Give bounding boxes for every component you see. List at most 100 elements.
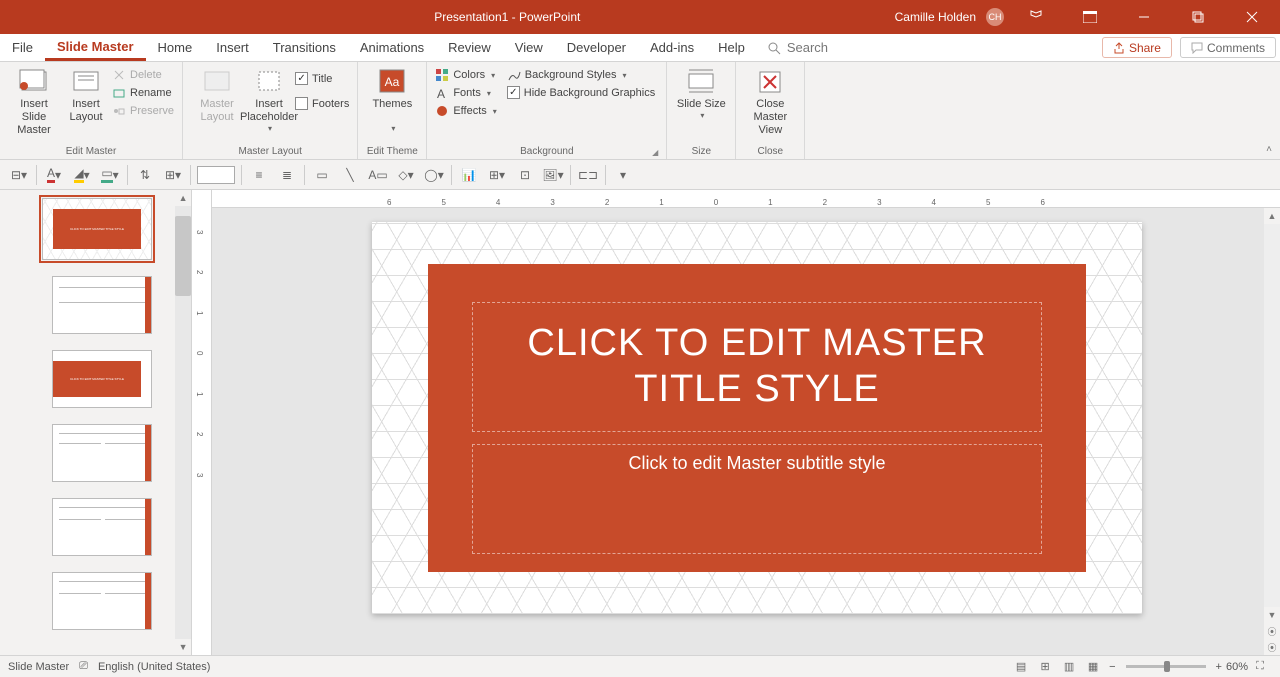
chevron-down-icon: ▾ [391, 124, 395, 134]
background-styles-button[interactable]: Background Styles▾ [507, 68, 655, 82]
ribbon-display-icon[interactable] [1068, 0, 1112, 34]
slide-canvas[interactable]: Click to edit Master title style Click t… [372, 222, 1142, 614]
prev-slide-icon[interactable]: ⦿ [1264, 623, 1280, 639]
minimize-button[interactable] [1122, 0, 1166, 34]
chevron-down-icon: ▾ [623, 71, 627, 80]
table-tool[interactable]: ⊞▾ [486, 164, 508, 186]
colors-button[interactable]: Colors▾ [435, 68, 496, 82]
touch-mode-icon[interactable] [1014, 0, 1058, 34]
maximize-button[interactable] [1176, 0, 1220, 34]
master-title-placeholder[interactable]: Click to edit Master title style [472, 302, 1042, 432]
slide-sorter-button[interactable]: ⊞ [1034, 658, 1056, 676]
status-language[interactable]: English (United States) [98, 661, 211, 673]
scroll-up-icon[interactable]: ▲ [175, 190, 191, 206]
normal-view-button[interactable]: ▤ [1010, 658, 1032, 676]
tab-addins[interactable]: Add-ins [638, 34, 706, 61]
selection-pane-button[interactable]: ⊏⊐ [577, 164, 599, 186]
tab-developer[interactable]: Developer [555, 34, 638, 61]
fit-to-window-button[interactable]: ⛶ [1249, 658, 1271, 676]
master-layout-icon [201, 68, 233, 96]
master-layout-button: Master Layout [191, 66, 243, 124]
scroll-down-icon[interactable]: ▼ [175, 639, 191, 655]
next-slide-icon[interactable]: ⦿ [1264, 639, 1280, 655]
accessibility-icon[interactable]: ⎚ [79, 660, 88, 673]
thumbnail-layout-1[interactable] [52, 276, 152, 334]
group-label-close: Close [744, 146, 796, 159]
tab-file[interactable]: File [0, 34, 45, 61]
footers-checkbox[interactable]: Footers [295, 97, 349, 110]
collapse-ribbon-icon[interactable]: ˄ [1266, 144, 1272, 155]
arrange-button[interactable]: ⊞▾ [162, 164, 184, 186]
group-edit-master: Insert Slide Master Insert Layout Delete… [0, 62, 183, 159]
close-button[interactable] [1230, 0, 1274, 34]
tab-home[interactable]: Home [146, 34, 205, 61]
avatar[interactable]: CH [986, 8, 1004, 26]
search-placeholder: Search [787, 40, 828, 55]
textbox-tool[interactable]: A▭ [367, 164, 389, 186]
insert-layout-button[interactable]: Insert Layout [60, 66, 112, 124]
chevron-down-icon: ▾ [268, 124, 272, 134]
fonts-button[interactable]: AFonts▾ [435, 86, 496, 100]
picture-tool[interactable]: 🖼▾ [542, 164, 564, 186]
preserve-button[interactable]: Preserve [112, 104, 174, 118]
chevron-down-icon: ▾ [487, 89, 491, 98]
slide-size-icon [685, 68, 717, 96]
thumbnail-layout-2[interactable]: CLICK TO EDIT MASTER TITLE STYLE [52, 350, 152, 408]
group-label-background: Background◢ [435, 146, 658, 159]
tab-animations[interactable]: Animations [348, 34, 436, 61]
title-checkbox[interactable]: Title [295, 72, 349, 85]
highlight-button[interactable]: ◢▾ [71, 164, 93, 186]
sort-button[interactable]: ⇅ [134, 164, 156, 186]
line-tool[interactable]: ╲ [339, 164, 361, 186]
font-color-button[interactable]: A▾ [43, 164, 65, 186]
close-master-view-button[interactable]: Close Master View [744, 66, 796, 138]
checkbox-icon [507, 86, 520, 99]
thumbnail-layout-3[interactable] [52, 424, 152, 482]
tab-transitions[interactable]: Transitions [261, 34, 348, 61]
themes-button[interactable]: Aa Themes▾ [366, 66, 418, 134]
tab-review[interactable]: Review [436, 34, 503, 61]
comments-button[interactable]: Comments [1180, 37, 1276, 58]
group-master-layout: Master Layout Insert Placeholder▾ Title … [183, 62, 358, 159]
effects-button[interactable]: Effects▾ [435, 104, 496, 118]
hide-bg-checkbox[interactable]: Hide Background Graphics [507, 86, 655, 99]
more-button[interactable]: ▾ [612, 164, 634, 186]
delete-button[interactable]: Delete [112, 68, 174, 82]
share-button[interactable]: Share [1102, 37, 1172, 58]
align-left-button[interactable]: ≡ [248, 164, 270, 186]
slideshow-button[interactable]: ▦ [1082, 658, 1104, 676]
tell-me-search[interactable]: Search [767, 34, 828, 61]
align-center-button[interactable]: ≣ [276, 164, 298, 186]
thumbnail-master[interactable]: CLICK TO EDIT MASTER TITLE STYLE [42, 198, 152, 260]
tab-view[interactable]: View [503, 34, 555, 61]
slide-size-button[interactable]: Slide Size▾ [675, 66, 727, 121]
insert-placeholder-button[interactable]: Insert Placeholder▾ [243, 66, 295, 134]
insert-slide-master-button[interactable]: Insert Slide Master [8, 66, 60, 138]
chart-tool[interactable]: 📊 [458, 164, 480, 186]
thumbnail-panel: CLICK TO EDIT MASTER TITLE STYLE CLICK T… [0, 190, 175, 655]
master-subtitle-placeholder[interactable]: Click to edit Master subtitle style [472, 444, 1042, 554]
chevron-down-icon: ▾ [491, 71, 495, 80]
group-label-size: Size [675, 146, 727, 159]
tab-insert[interactable]: Insert [204, 34, 261, 61]
zoom-slider[interactable] [1126, 665, 1206, 668]
scroll-down-icon[interactable]: ▼ [1264, 607, 1280, 623]
editor-scrollbar[interactable]: ▲ ▼ ⦿ ⦿ [1264, 208, 1280, 655]
tab-slide-master[interactable]: Slide Master [45, 34, 146, 61]
circle-tool[interactable]: ◯▾ [423, 164, 445, 186]
color-swatch[interactable] [197, 166, 235, 184]
tab-help[interactable]: Help [706, 34, 757, 61]
shapes-tool[interactable]: ◇▾ [395, 164, 417, 186]
align-objects-button[interactable]: ⊟▾ [8, 164, 30, 186]
dialog-launcher-icon[interactable]: ◢ [652, 148, 658, 157]
rename-button[interactable]: Rename [112, 86, 174, 100]
thumbnail-layout-5[interactable] [52, 572, 152, 630]
shape-fill-button[interactable]: ▭▾ [99, 164, 121, 186]
crop-tool[interactable]: ⊡ [514, 164, 536, 186]
reading-view-button[interactable]: ▥ [1058, 658, 1080, 676]
rectangle-tool[interactable]: ▭ [311, 164, 333, 186]
scroll-up-icon[interactable]: ▲ [1264, 208, 1280, 224]
thumbnail-layout-4[interactable] [52, 498, 152, 556]
thumbnail-scrollbar[interactable]: ▲ ▼ [175, 190, 191, 655]
zoom-level[interactable]: 60% [1226, 661, 1248, 673]
